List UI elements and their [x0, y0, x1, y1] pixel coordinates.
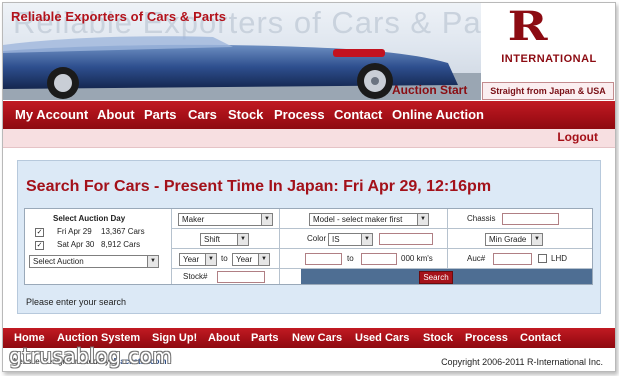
- day1-checkbox[interactable]: ✓: [35, 228, 44, 237]
- auction-start-link[interactable]: Auction Start: [392, 83, 467, 97]
- footer-contact[interactable]: Contact: [520, 332, 561, 344]
- stock-label: Stock#: [183, 272, 208, 281]
- footer-new-cars[interactable]: New Cars: [292, 332, 342, 344]
- logout-link[interactable]: Logout: [557, 130, 598, 144]
- lhd-checkbox[interactable]: [538, 254, 547, 263]
- tagline-badge: Straight from Japan & USA: [482, 82, 614, 100]
- footer-used-cars[interactable]: Used Cars: [355, 332, 409, 344]
- day2-count: 8,912 Cars: [101, 240, 141, 249]
- nav-cars[interactable]: Cars: [188, 107, 217, 122]
- color-input[interactable]: [379, 233, 433, 245]
- copyright-text: Copyright 2006-2011 R-International Inc.: [441, 357, 603, 367]
- chevron-down-icon: ▼: [361, 234, 372, 245]
- chevron-down-icon: ▼: [261, 214, 272, 225]
- footer-home[interactable]: Home: [14, 332, 45, 344]
- chevron-down-icon: ▼: [531, 234, 542, 245]
- auc-label: Auc#: [467, 254, 486, 263]
- color-label: Color: [307, 234, 327, 243]
- year-from-dropdown[interactable]: Year ▼: [179, 253, 217, 266]
- mileage-from-input[interactable]: [305, 253, 342, 265]
- site-tagline-title: Reliable Exporters of Cars & Parts: [11, 9, 227, 24]
- stock-input[interactable]: [217, 271, 265, 283]
- nav-contact[interactable]: Contact: [334, 107, 382, 122]
- day1-count: 13,367 Cars: [101, 227, 145, 236]
- header-banner: Reliable Exporters of Cars & Parts Relia…: [3, 3, 481, 100]
- color-value: IS: [332, 235, 340, 244]
- mileage-to-label: to: [347, 254, 354, 263]
- chevron-down-icon: ▼: [237, 234, 248, 245]
- shift-dropdown[interactable]: Shift ▼: [200, 233, 249, 246]
- logo-text: INTERNATIONAL: [501, 53, 597, 65]
- search-button[interactable]: Search: [419, 271, 453, 284]
- day2-checkbox[interactable]: ✓: [35, 241, 44, 250]
- chassis-label: Chassis: [467, 214, 496, 223]
- chevron-down-icon: ▼: [147, 256, 158, 267]
- chevron-down-icon: ▼: [417, 214, 428, 225]
- mileage-to-input[interactable]: [361, 253, 397, 265]
- footer-sign-up[interactable]: Sign Up!: [152, 332, 197, 344]
- nav-process[interactable]: Process: [274, 107, 325, 122]
- maker-dropdown[interactable]: Maker ▼: [178, 213, 273, 226]
- search-panel: Search For Cars - Present Time In Japan:…: [17, 160, 601, 314]
- maker-value: Maker: [182, 215, 205, 224]
- auction-day-label: Select Auction Day: [53, 214, 126, 223]
- auc-input[interactable]: [493, 253, 532, 265]
- min-grade-value: Min Grade: [489, 235, 527, 244]
- nav-parts[interactable]: Parts: [144, 107, 177, 122]
- footer-stock[interactable]: Stock: [423, 332, 453, 344]
- footer-parts[interactable]: Parts: [251, 332, 279, 344]
- search-status-text: Please enter your search: [26, 297, 127, 307]
- logo-letter: R: [507, 3, 548, 50]
- chassis-input[interactable]: [502, 213, 559, 225]
- day2-label: Sat Apr 30: [57, 240, 95, 249]
- chevron-down-icon: ▼: [205, 254, 216, 265]
- search-title: Search For Cars - Present Time In Japan:…: [26, 178, 492, 195]
- account-bar: Logout: [3, 129, 615, 148]
- year-to-label: to: [221, 254, 228, 263]
- select-auction-dropdown[interactable]: Select Auction ▼: [29, 255, 159, 268]
- year-from-value: Year: [183, 255, 200, 264]
- model-dropdown[interactable]: Model - select maker first ▼: [309, 213, 429, 226]
- page-frame: Reliable Exporters of Cars & Parts Relia…: [2, 2, 616, 372]
- shift-value: Shift: [204, 235, 221, 244]
- lhd-label: LHD: [551, 254, 568, 263]
- footer-process[interactable]: Process: [465, 332, 508, 344]
- color-dropdown[interactable]: IS ▼: [328, 233, 373, 246]
- nav-stock[interactable]: Stock: [228, 107, 263, 122]
- footer-about[interactable]: About: [208, 332, 240, 344]
- model-value: Model - select maker first: [313, 215, 403, 224]
- main-nav: My Account About Parts Cars Stock Proces…: [3, 101, 615, 129]
- mileage-unit-label: 000 km's: [401, 254, 433, 263]
- search-form: Select Auction Day ✓ Fri Apr 29 13,367 C…: [24, 208, 593, 285]
- select-auction-value: Select Auction: [33, 257, 84, 266]
- chevron-down-icon: ▼: [258, 254, 269, 265]
- min-grade-dropdown[interactable]: Min Grade ▼: [485, 233, 543, 246]
- nav-online-auction[interactable]: Online Auction: [392, 107, 484, 122]
- year-to-dropdown[interactable]: Year ▼: [232, 253, 270, 266]
- year-to-value: Year: [236, 255, 253, 264]
- nav-about[interactable]: About: [97, 107, 135, 122]
- nav-my-account[interactable]: My Account: [15, 107, 88, 122]
- company-logo[interactable]: R INTERNATIONAL: [481, 3, 615, 81]
- footer-auction-system[interactable]: Auction System: [57, 332, 140, 344]
- watermark-text: gtrusablog.com: [9, 344, 173, 368]
- day1-label: Fri Apr 29: [57, 227, 92, 236]
